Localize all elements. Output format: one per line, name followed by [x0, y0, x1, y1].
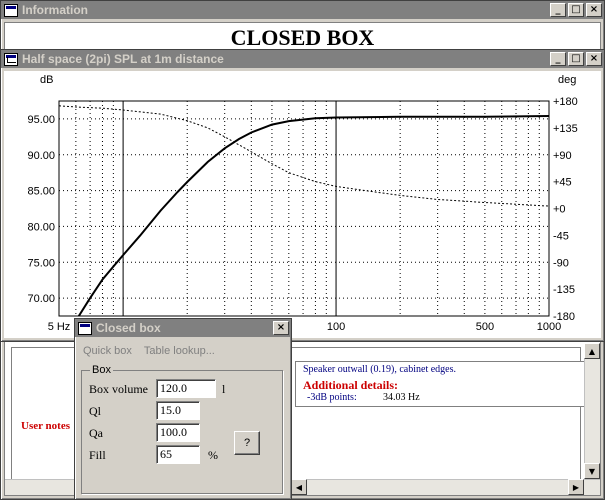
- spl-chart: 70.0075.0080.0085.0090.0095.00-180-135-9…: [27, 74, 578, 333]
- report-heading: CLOSED BOX: [230, 25, 375, 50]
- y-right-tick-label: +180: [553, 96, 578, 108]
- maximize-button[interactable]: □: [568, 52, 584, 66]
- minimize-button[interactable]: _: [550, 3, 566, 17]
- information-titlebar[interactable]: Information _ □ ×: [1, 1, 604, 19]
- additional-details-title: Additional details:: [303, 378, 399, 392]
- user-notes-label: User notes: [21, 420, 70, 432]
- box-group: Box Box volume 120.0 l Ql 15.0 Qa 100.0 …: [81, 364, 283, 494]
- ql-label: Ql: [89, 404, 101, 418]
- dialog-menu: Quick box Table lookup...: [75, 337, 291, 357]
- y-left-tick-label: 70.00: [27, 293, 55, 305]
- fill-label: Fill: [89, 448, 106, 462]
- y-left-tick-label: 90.00: [27, 150, 55, 162]
- y-left-tick-label: 75.00: [27, 257, 55, 269]
- x-tick-label: 1000: [537, 321, 561, 333]
- vertical-scrollbar[interactable]: ▲ ▼: [584, 343, 600, 479]
- dialog-app-icon: [78, 321, 92, 335]
- box-volume-label: Box volume: [89, 382, 148, 396]
- y-right-tick-label: -45: [553, 230, 569, 242]
- scroll-down-icon[interactable]: ▼: [584, 463, 600, 479]
- y-right-tick-label: +135: [553, 123, 578, 135]
- qa-label: Qa: [89, 426, 103, 440]
- scroll-up-icon[interactable]: ▲: [584, 343, 600, 359]
- dialog-title: Closed box: [96, 321, 161, 335]
- x-tick-label: 5 Hz: [48, 321, 71, 333]
- close-button[interactable]: ×: [586, 52, 602, 66]
- speaker-text: Speaker outwall (0.19), cabinet edges.: [303, 364, 457, 375]
- close-button[interactable]: ×: [586, 3, 602, 17]
- maximize-button[interactable]: □: [568, 3, 584, 17]
- document-app-icon: [4, 3, 18, 17]
- fill-input[interactable]: 65: [156, 445, 200, 464]
- y-right-tick-label: +90: [553, 150, 572, 162]
- menu-table-lookup[interactable]: Table lookup...: [144, 345, 215, 357]
- y-right-tick-label: -135: [553, 284, 575, 296]
- fill-unit: %: [208, 448, 218, 462]
- y-right-axis-label: deg: [558, 74, 576, 86]
- y-right-tick-label: +45: [553, 177, 572, 189]
- menu-quick-box[interactable]: Quick box: [83, 345, 132, 357]
- information-title: Information: [22, 3, 88, 17]
- y-left-tick-label: 85.00: [27, 186, 55, 198]
- spl-plot-window: Half space (2pi) SPL at 1m distance _ □ …: [0, 49, 605, 342]
- box-volume-input[interactable]: 120.0: [156, 379, 216, 398]
- ql-input[interactable]: 15.0: [156, 401, 200, 420]
- db-points-value: 34.03 Hz: [383, 392, 420, 403]
- y-left-tick-label: 80.00: [27, 221, 55, 233]
- plot-app-icon: [4, 52, 18, 66]
- plot-title: Half space (2pi) SPL at 1m distance: [22, 52, 224, 66]
- box-volume-unit: l: [222, 382, 226, 396]
- qa-input[interactable]: 100.0: [156, 423, 200, 442]
- box-group-label: Box: [90, 364, 113, 376]
- y-left-axis-label: dB: [40, 74, 53, 86]
- help-button[interactable]: ?: [234, 431, 260, 455]
- y-left-tick-label: 95.00: [27, 114, 55, 126]
- x-tick-label: 500: [476, 321, 494, 333]
- close-button[interactable]: ×: [273, 321, 289, 335]
- scroll-left-icon[interactable]: ◀: [291, 479, 307, 495]
- minimize-button[interactable]: _: [550, 52, 566, 66]
- plot-frame: [58, 100, 550, 317]
- scroll-right-icon[interactable]: ▶: [568, 479, 584, 495]
- y-right-tick-label: -90: [553, 257, 569, 269]
- db-points-label: -3dB points:: [307, 392, 357, 403]
- plot-area: 70.00 75.00 80.00 85.00 90.00 95.00 -180 -135 -9…: [4, 71, 601, 338]
- x-tick-label: 100: [327, 321, 345, 333]
- plot-titlebar[interactable]: Half space (2pi) SPL at 1m distance _ □ …: [1, 50, 604, 68]
- closed-box-dialog: Closed box × Quick box Table lookup... B…: [74, 318, 292, 500]
- spl-curve: [77, 115, 549, 316]
- y-right-tick-label: +0: [553, 204, 566, 216]
- dialog-titlebar[interactable]: Closed box ×: [75, 319, 291, 337]
